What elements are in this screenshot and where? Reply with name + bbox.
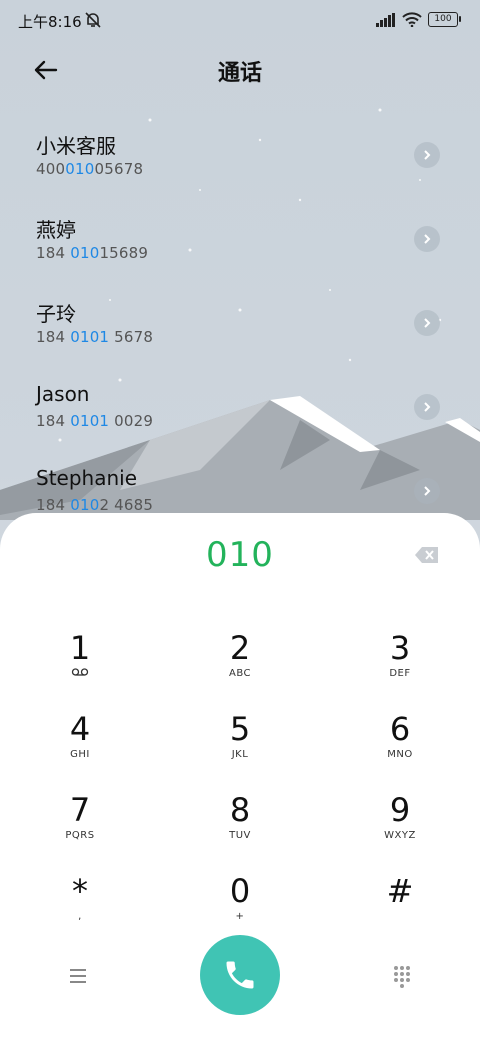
signal-icon: [376, 12, 395, 27]
key-digit: 4: [69, 710, 91, 748]
phone-icon: [226, 961, 254, 989]
key-letters: PQRS: [65, 830, 95, 841]
contact-detail-button[interactable]: [414, 394, 440, 420]
contact-name: Stephanie: [36, 466, 138, 490]
key-digit: 6: [389, 710, 411, 748]
key-digit: 1: [69, 629, 91, 667]
contact-row[interactable]: Jason 184 0101 0029: [0, 370, 480, 454]
key-letters: [20, 667, 140, 681]
chevron-right-icon: [424, 150, 431, 160]
contact-detail-button[interactable]: [414, 226, 440, 252]
chevron-right-icon: [424, 318, 431, 328]
menu-icon[interactable]: [64, 962, 92, 990]
contact-row[interactable]: 子玲 184 0101 5678: [0, 286, 480, 370]
key-5[interactable]: 5 JKL: [180, 710, 300, 780]
key-6[interactable]: 6 MNO: [340, 710, 460, 780]
chevron-right-icon: [424, 486, 431, 496]
key-hash[interactable]: #: [340, 872, 460, 942]
key-digit: 2: [229, 629, 251, 667]
status-bar: 上午8:16 100: [0, 0, 480, 40]
contact-number: 184 0101 5678: [36, 328, 154, 346]
key-9[interactable]: 9 WXYZ: [340, 791, 460, 861]
key-digit: 7: [69, 791, 91, 829]
key-letters: DEF: [389, 668, 411, 679]
dialed-number[interactable]: 010: [0, 535, 480, 575]
contact-list: 小米客服 40001005678 燕婷 184 01015689 子玲 184 …: [0, 118, 480, 538]
status-icons: 100: [376, 12, 461, 27]
key-letters: [340, 910, 460, 924]
key-digit: #: [386, 872, 414, 910]
key-letters: ,: [78, 911, 82, 922]
page-title: 通话: [217, 61, 262, 86]
key-digit: 0: [229, 872, 251, 910]
key-8[interactable]: 8 TUV: [180, 791, 300, 861]
bell-off-icon: [85, 12, 101, 28]
contact-detail-button[interactable]: [414, 310, 440, 336]
contact-number: 184 0101 0029: [36, 412, 154, 430]
status-time: 上午8:16: [18, 13, 82, 31]
call-button[interactable]: [200, 935, 280, 1015]
key-0[interactable]: 0 +: [180, 872, 300, 942]
key-digit: 3: [389, 629, 411, 667]
app-header: 通话: [0, 45, 480, 95]
contact-detail-button[interactable]: [414, 478, 440, 504]
contact-name: Jason: [36, 382, 90, 406]
key-2[interactable]: 2 ABC: [180, 629, 300, 699]
key-digit: *: [72, 872, 88, 910]
key-4[interactable]: 4 GHI: [20, 710, 140, 780]
key-letters: JKL: [231, 749, 249, 760]
contact-name: 小米客服: [36, 134, 116, 158]
key-7[interactable]: 7 PQRS: [20, 791, 140, 861]
key-letters: MNO: [387, 749, 413, 760]
key-letters: GHI: [70, 749, 90, 760]
chevron-right-icon: [424, 234, 431, 244]
key-star[interactable]: * ,: [20, 872, 140, 942]
key-digit: 9: [389, 791, 411, 829]
dialer-sheet: 010 1 2 ABC 3 DEF 4 GHI 5 JKL 6 MNO 7 PQ…: [0, 513, 480, 1040]
contact-name: 燕婷: [36, 218, 76, 242]
dialpad-icon[interactable]: [388, 962, 416, 990]
chevron-right-icon: [424, 402, 431, 412]
key-1[interactable]: 1: [20, 629, 140, 699]
key-letters: TUV: [229, 830, 251, 841]
key-letters: ABC: [228, 668, 251, 679]
key-3[interactable]: 3 DEF: [340, 629, 460, 699]
contact-number: 40001005678: [36, 160, 144, 178]
contact-number: 184 01015689: [36, 244, 149, 262]
backspace-icon[interactable]: [414, 545, 440, 565]
key-digit: 5: [229, 710, 251, 748]
wifi-icon: [402, 12, 422, 27]
contact-number: 184 0102 4685: [36, 496, 154, 514]
contact-row[interactable]: 小米客服 40001005678: [0, 118, 480, 202]
dialer-actions: [0, 935, 480, 1015]
contact-row[interactable]: 燕婷 184 01015689: [0, 202, 480, 286]
voicemail-icon: [71, 668, 89, 676]
contact-detail-button[interactable]: [414, 142, 440, 168]
key-letters: +: [235, 911, 245, 922]
key-letters: WXYZ: [384, 830, 416, 841]
battery-indicator: 100: [428, 12, 461, 27]
key-digit: 8: [229, 791, 251, 829]
contact-name: 子玲: [36, 302, 76, 326]
